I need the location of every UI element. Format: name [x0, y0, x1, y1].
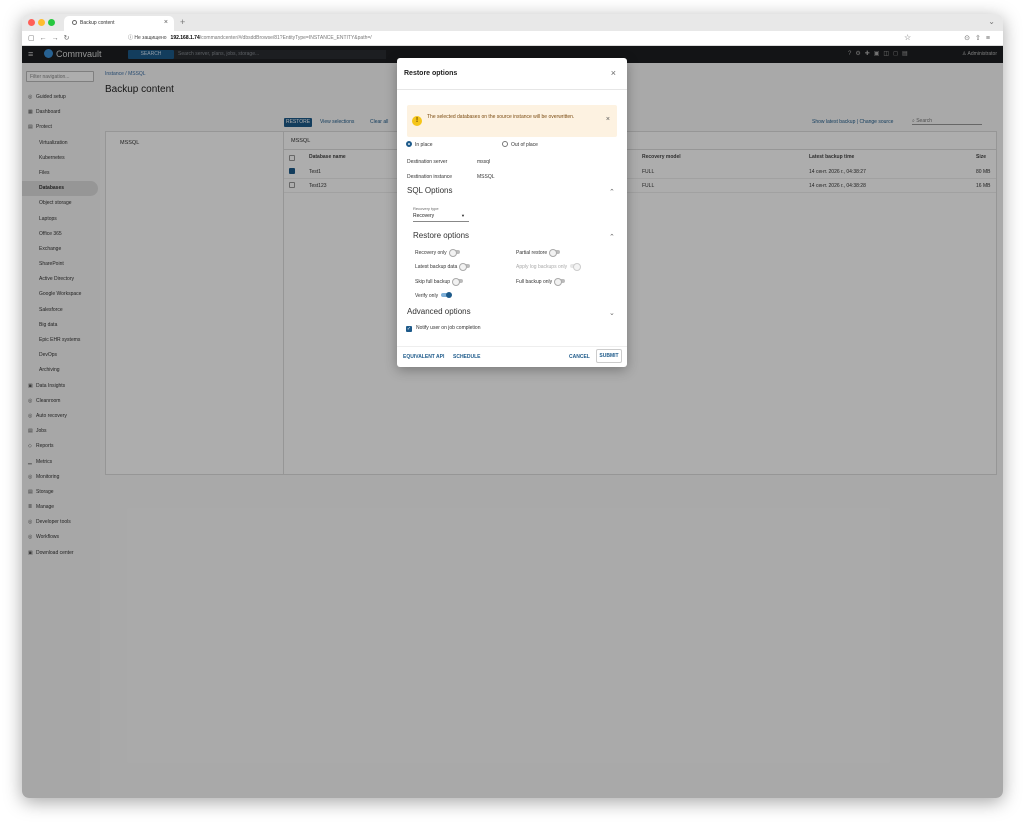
skip-full-backup-label: Skip full backup: [415, 279, 451, 285]
equivalent-api-button[interactable]: EQUIVALENT API: [403, 354, 444, 360]
insecure-indicator[interactable]: ⓘ Не защищено: [128, 35, 167, 41]
skip-full-backup-toggle[interactable]: Skip full backup: [415, 278, 464, 286]
close-window-dot[interactable]: [28, 19, 35, 26]
destination-server-label: Destination server: [407, 159, 448, 165]
toggle-off-icon: [549, 249, 561, 257]
maximize-window-dot[interactable]: [48, 19, 55, 26]
verify-only-toggle[interactable]: Verify only: [415, 292, 453, 299]
out-of-place-label: Out of place: [511, 142, 538, 148]
warning-text: The selected databases on the source ins…: [427, 114, 575, 120]
dropdown-arrow-icon: ▼: [461, 213, 465, 218]
toggle-off-icon: [452, 278, 464, 286]
chevron-down-icon[interactable]: ⌄: [609, 309, 615, 317]
recovery-only-toggle[interactable]: Recovery only: [415, 249, 460, 257]
apply-log-backups-only-toggle: Apply log backups only: [516, 263, 582, 271]
browser-tab[interactable]: Backup content ×: [64, 16, 174, 31]
close-icon[interactable]: ×: [611, 68, 616, 78]
verify-only-label: Verify only: [415, 293, 439, 299]
url-host: 192.168.1.74: [170, 35, 200, 41]
dialog-title: Restore options: [404, 70, 458, 77]
divider: [397, 89, 627, 90]
recovery-type-label: Recovery type: [413, 206, 439, 211]
browser-menu-icons[interactable]: ⊙⇧≡: [964, 34, 995, 42]
destination-server-value: mssql: [477, 159, 491, 165]
warning-banner: ! The selected databases on the source i…: [407, 105, 617, 137]
radio-unselected-icon: [502, 141, 508, 147]
toggle-off-icon: [448, 249, 460, 257]
destination-instance-label: Destination instance: [407, 174, 453, 180]
url-field[interactable]: ⓘ Не защищено 192.168.1.74/commandcenter/…: [128, 34, 372, 41]
latest-backup-data-label: Latest backup data: [415, 264, 458, 270]
dismiss-warning-icon[interactable]: ×: [606, 116, 610, 123]
destination-instance-value: MSSQL: [477, 174, 495, 180]
full-backup-only-label: Full backup only: [516, 279, 553, 285]
warning-icon: !: [412, 116, 422, 126]
in-place-label: In place: [415, 142, 433, 148]
toggle-disabled-icon: [570, 263, 582, 271]
checkbox-checked-icon: ✓: [406, 326, 412, 332]
url-path: /commandcenter/#/dbsddBrowse/81?EntityTy…: [199, 35, 372, 41]
toggle-on-icon: [441, 292, 453, 298]
out-of-place-radio[interactable]: Out of place: [502, 141, 538, 148]
toggle-off-icon: [554, 278, 566, 286]
minimize-window-dot[interactable]: [38, 19, 45, 26]
divider: [397, 346, 627, 347]
apply-log-backups-only-label: Apply log backups only: [516, 264, 568, 270]
recovery-only-label: Recovery only: [415, 250, 447, 256]
notify-label: Notify user on job completion: [416, 325, 481, 331]
submit-button[interactable]: SUBMIT: [596, 349, 622, 363]
restore-options-heading[interactable]: Restore options: [413, 231, 469, 240]
latest-backup-data-toggle[interactable]: Latest backup data: [415, 263, 471, 271]
insecure-label: Не защищено: [134, 35, 167, 41]
new-tab-icon[interactable]: +: [180, 17, 185, 27]
nav-buttons-icon[interactable]: ▢←→↻: [28, 34, 74, 42]
address-bar: ▢←→↻ ⓘ Не защищено 192.168.1.74/commandce…: [22, 31, 1003, 46]
radio-selected-icon: [406, 141, 412, 147]
cancel-button[interactable]: CANCEL: [569, 354, 590, 360]
toggle-off-icon: [459, 263, 471, 271]
tab-list-icon[interactable]: ⌄: [988, 17, 995, 26]
partial-restore-toggle[interactable]: Partial restore: [516, 249, 561, 257]
recovery-type-select[interactable]: Recovery ▼: [413, 213, 469, 222]
advanced-options-heading[interactable]: Advanced options: [407, 307, 471, 316]
recovery-type-value: Recovery: [413, 213, 435, 219]
chevron-up-icon[interactable]: ⌃: [609, 188, 615, 196]
close-tab-icon[interactable]: ×: [164, 19, 168, 26]
bookmark-star-icon[interactable]: ☆: [904, 33, 911, 42]
chevron-up-icon[interactable]: ⌃: [609, 233, 615, 241]
sql-options-heading[interactable]: SQL Options: [407, 186, 453, 195]
tab-strip: Backup content × + ⌄: [22, 14, 1003, 31]
restore-options-dialog: Restore options × ! The selected databas…: [397, 58, 627, 367]
in-place-radio[interactable]: In place: [406, 141, 433, 148]
tab-title: Backup content: [80, 20, 115, 26]
full-backup-only-toggle[interactable]: Full backup only: [516, 278, 566, 286]
notify-checkbox[interactable]: ✓ Notify user on job completion: [406, 325, 480, 332]
partial-restore-label: Partial restore: [516, 250, 548, 256]
schedule-button[interactable]: SCHEDULE: [453, 354, 481, 360]
favicon-icon: [72, 20, 77, 25]
